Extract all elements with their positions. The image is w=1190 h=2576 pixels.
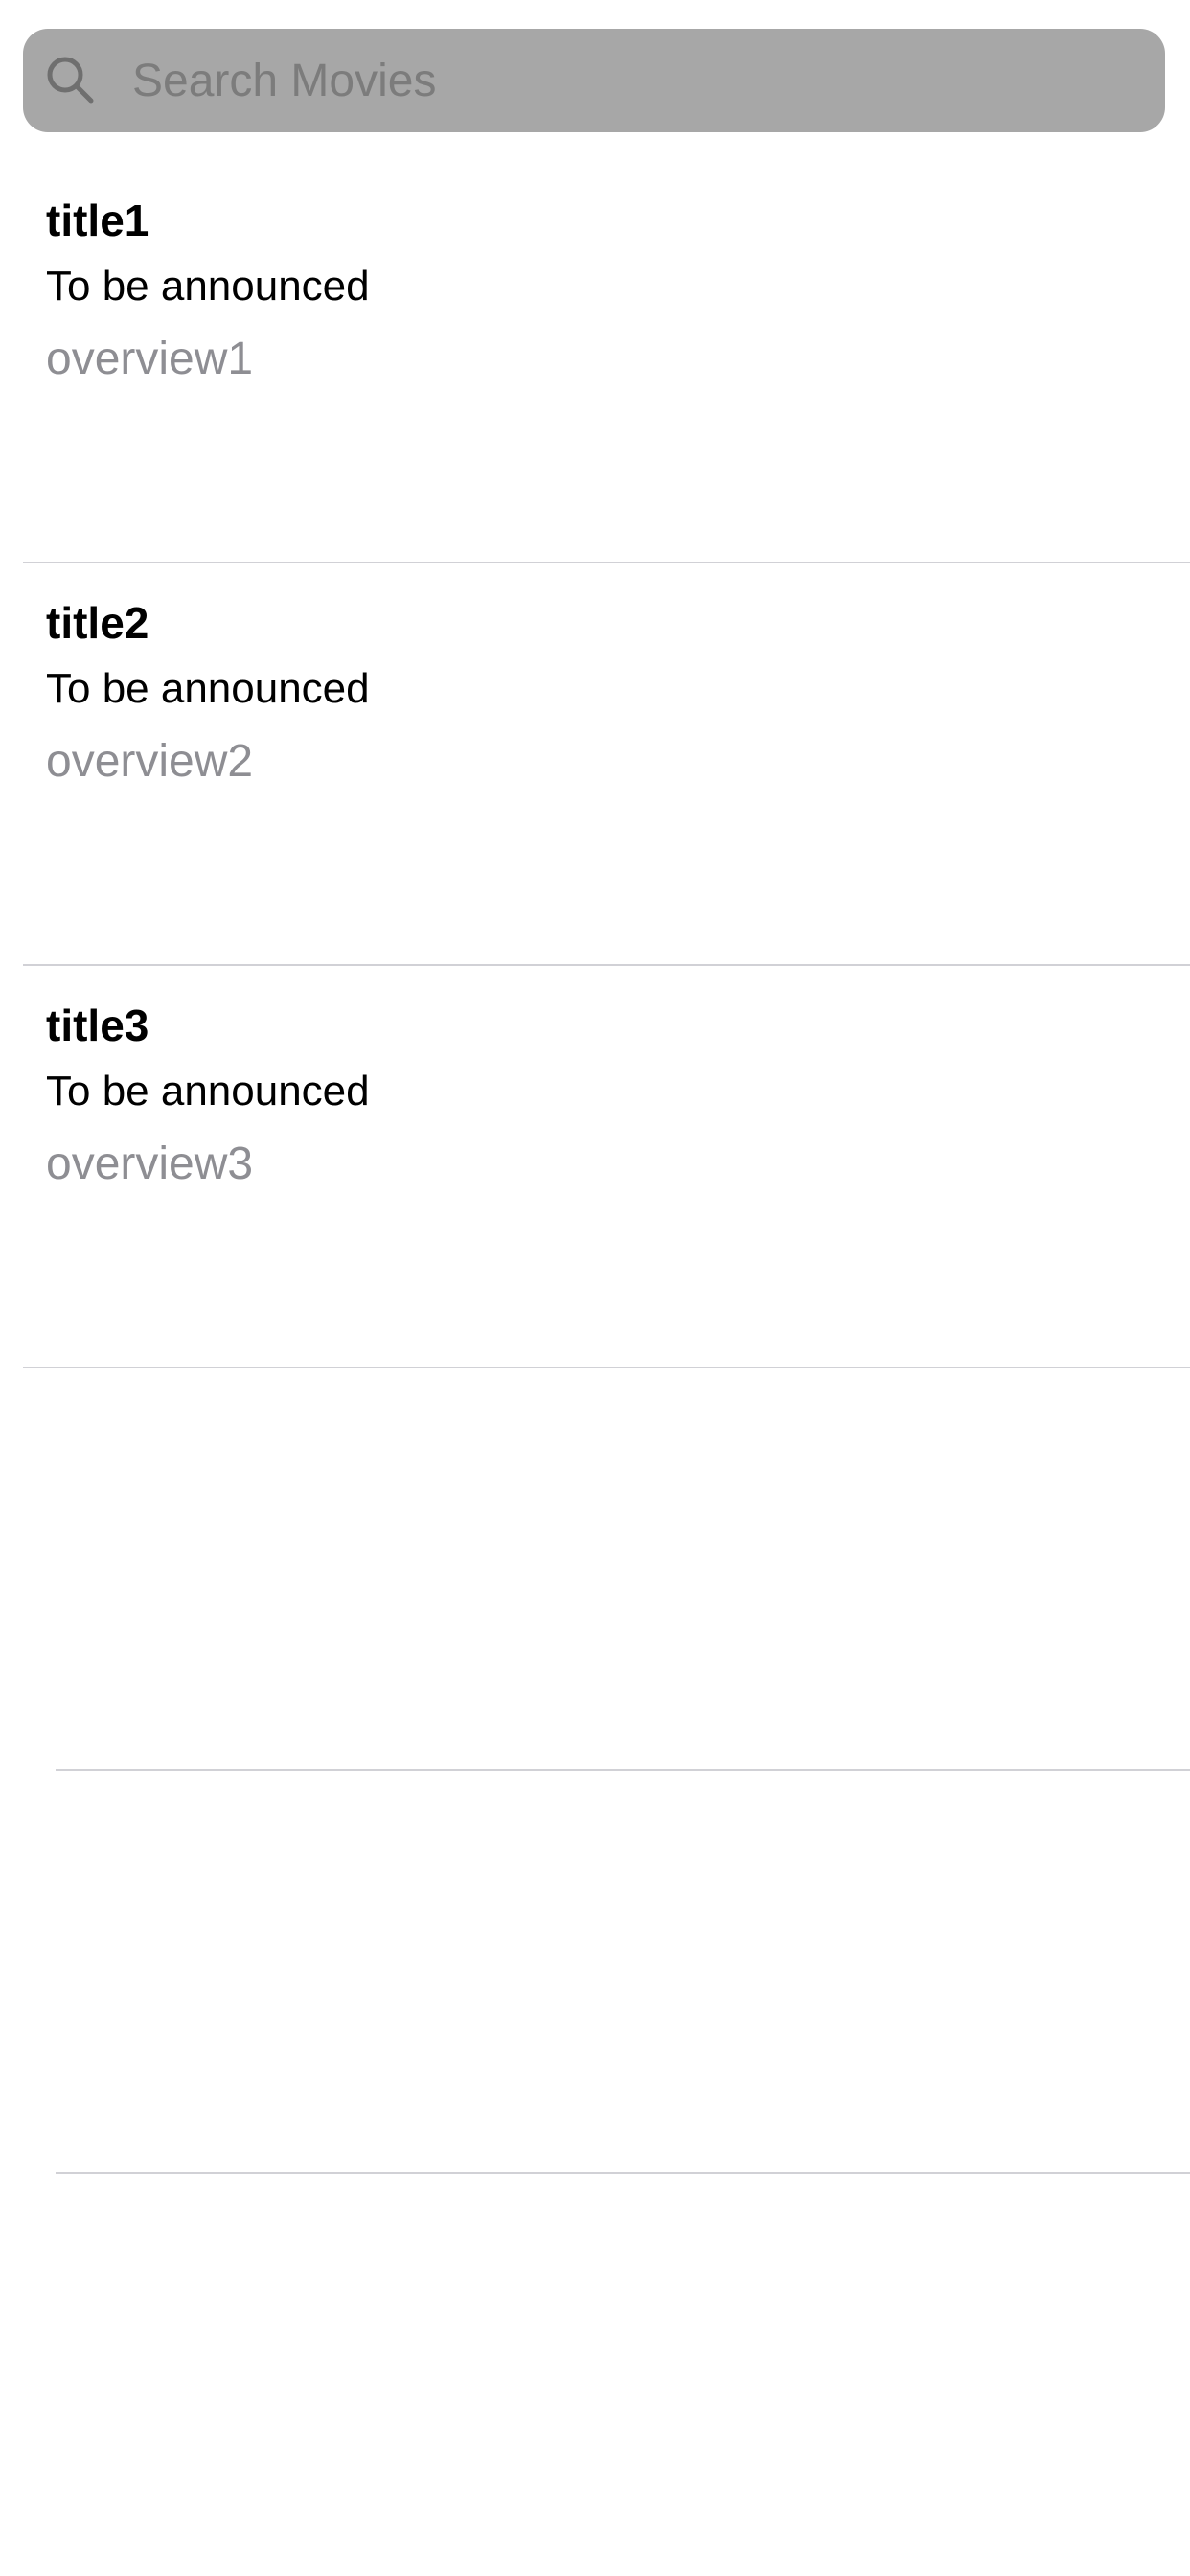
movie-release-date: To be announced bbox=[46, 665, 370, 712]
search-input[interactable] bbox=[109, 29, 1144, 132]
empty-cell bbox=[0, 1771, 1190, 2174]
movie-cell[interactable]: title3 To be announced overview3 bbox=[0, 966, 1190, 1368]
movie-release-date: To be announced bbox=[46, 263, 370, 310]
movie-list[interactable]: title1 To be announced overview1 title2 … bbox=[0, 161, 1190, 2174]
movie-release-date: To be announced bbox=[46, 1068, 370, 1115]
movie-overview: overview3 bbox=[46, 1138, 254, 1189]
cell-separator bbox=[56, 2172, 1190, 2174]
movie-cell[interactable]: title1 To be announced overview1 bbox=[0, 161, 1190, 564]
movie-cell[interactable]: title2 To be announced overview2 bbox=[0, 564, 1190, 966]
movie-overview: overview2 bbox=[46, 736, 254, 787]
movie-overview: overview1 bbox=[46, 334, 254, 384]
search-bar[interactable] bbox=[23, 29, 1165, 132]
movie-search-screen: title1 To be announced overview1 title2 … bbox=[0, 0, 1190, 2576]
movie-title: title1 bbox=[46, 196, 149, 245]
movie-title: title3 bbox=[46, 1000, 149, 1050]
empty-cell bbox=[0, 1368, 1190, 1771]
movie-title: title2 bbox=[46, 598, 149, 648]
search-icon bbox=[47, 57, 94, 104]
